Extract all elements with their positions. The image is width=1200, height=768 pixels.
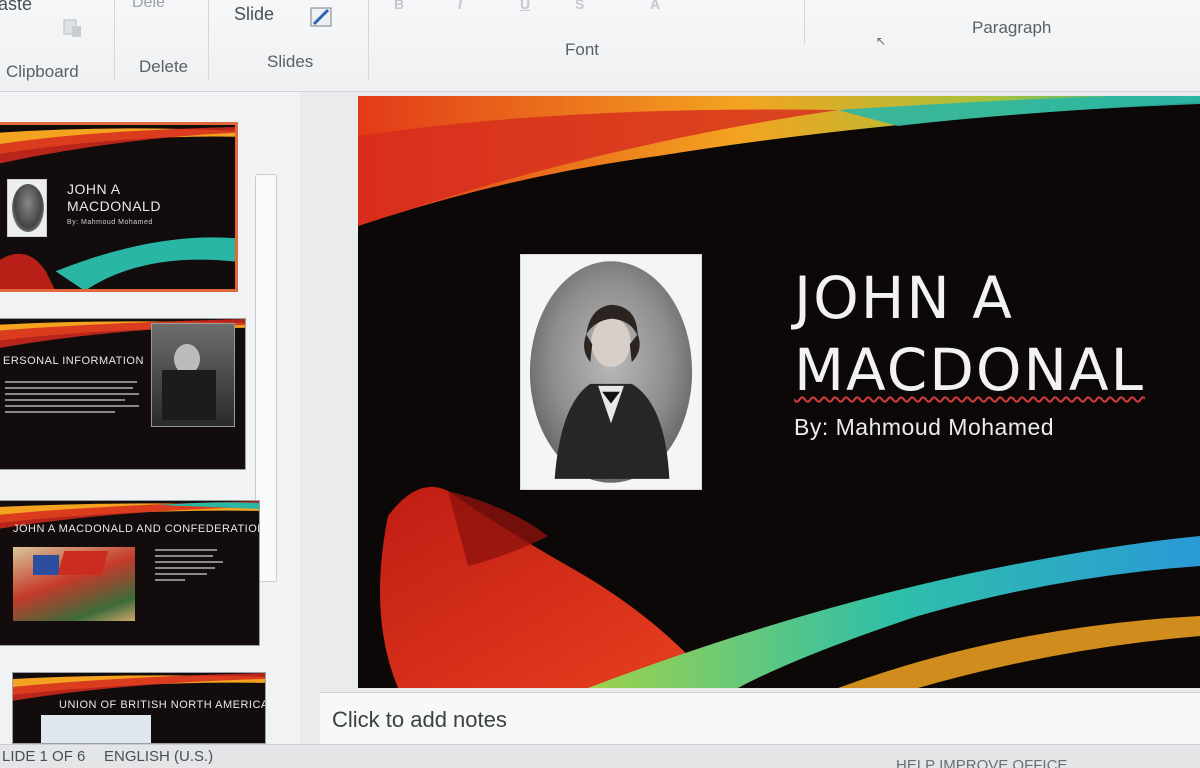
slide-title-line-2: MACDONAL (794, 336, 1145, 404)
portrait-image[interactable] (520, 254, 702, 490)
slides-group-label: Slides (267, 52, 314, 71)
thumbnail-title: ERSONAL INFORMATION (3, 355, 144, 367)
paste-button[interactable]: aste (0, 0, 32, 15)
font-group-label: Font (565, 40, 600, 59)
thumbnail-body-text (155, 549, 225, 585)
delete-group-label: Delete (139, 57, 189, 76)
thumbnail-portrait (7, 179, 47, 237)
cursor-icon: ↖ (876, 34, 887, 48)
thumbnail-map (41, 715, 151, 743)
group-separator (114, 0, 115, 80)
clipboard-group-label: Clipboard (6, 62, 79, 81)
slide-thumbnail-2[interactable]: ERSONAL INFORMATION (0, 318, 246, 470)
group-separator (368, 0, 369, 80)
thumbnail-title: JOHN A MACDONALD AND CONFEDERATION (13, 523, 260, 535)
slide-counter: LIDE 1 OF 6 (2, 748, 86, 765)
thumbnail-painting (13, 547, 135, 621)
font-color-icon[interactable]: A (650, 0, 660, 12)
slide-thumbnail-pane: JOHN A MACDONALD By: Mahmoud Mohamed ERS… (0, 92, 300, 744)
help-improve-link[interactable]: HELP IMPROVE OFFICE (896, 757, 1067, 768)
group-separator (804, 0, 805, 44)
thumbnail-title: JOHN A MACDONALD (67, 181, 161, 214)
slide-editor-canvas[interactable]: JOHN A MACDONAL By: Mahmoud Mohamed (358, 96, 1200, 688)
slide-title-line-1: JOHN A (794, 264, 1014, 332)
slide-thumbnail-4[interactable]: UNION OF BRITISH NORTH AMERICA (12, 672, 266, 744)
ribbon: aste Dele Slide B I U S A Clipboard Dele… (0, 0, 1200, 92)
thumbnail-photo (151, 323, 235, 427)
delete-button-label[interactable]: Dele (132, 0, 165, 12)
slide-thumbnail-1[interactable]: JOHN A MACDONALD By: Mahmoud Mohamed (0, 122, 238, 292)
slide-subtitle[interactable]: By: Mahmoud Mohamed (794, 414, 1054, 441)
status-bar: LIDE 1 OF 6 ENGLISH (U.S.) HELP IMPROVE … (0, 744, 1200, 768)
thumbnail-title: UNION OF BRITISH NORTH AMERICA (59, 699, 266, 711)
slide-title[interactable]: JOHN A MACDONAL (794, 262, 1200, 406)
notes-placeholder: Click to add notes (332, 707, 507, 732)
slide-layout-icon[interactable] (308, 4, 336, 30)
strikethrough-icon[interactable]: S (575, 0, 584, 12)
notes-pane[interactable]: Click to add notes (320, 692, 1200, 744)
thumbnail-body-text (5, 381, 141, 417)
bold-icon[interactable]: B (394, 0, 404, 12)
paste-icon[interactable] (58, 14, 86, 40)
group-separator (208, 0, 209, 80)
slide-thumbnail-3[interactable]: JOHN A MACDONALD AND CONFEDERATION (0, 500, 260, 646)
paragraph-group-label: Paragraph (972, 18, 1052, 37)
thumbnail-subtitle: By: Mahmoud Mohamed (67, 219, 153, 226)
new-slide-button[interactable]: Slide (234, 4, 274, 25)
italic-icon[interactable]: I (458, 0, 462, 12)
portrait-photo (529, 261, 693, 483)
language-indicator[interactable]: ENGLISH (U.S.) (104, 748, 213, 765)
underline-icon[interactable]: U (520, 0, 530, 12)
